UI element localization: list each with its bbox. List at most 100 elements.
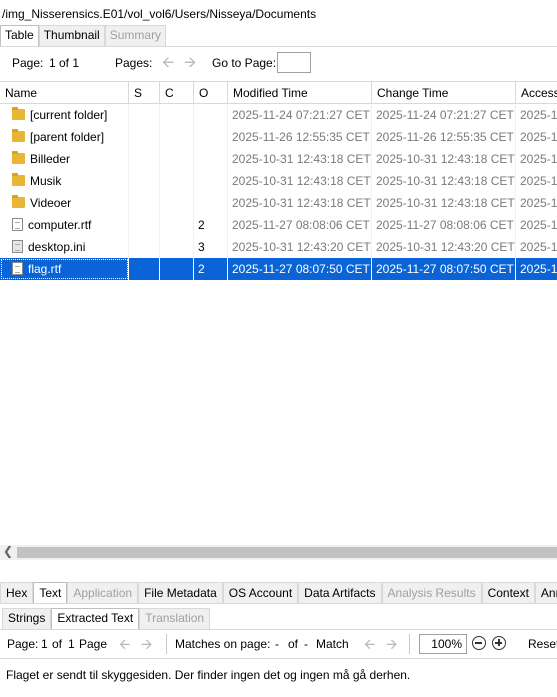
column-header-access-time[interactable]: Access bbox=[516, 82, 557, 104]
table-row[interactable]: Musik 2025-10-31 12:43:18 CET 2025-10-31 1… bbox=[0, 170, 557, 192]
o-cell bbox=[194, 126, 228, 148]
column-header-change-time[interactable]: Change Time bbox=[372, 82, 516, 104]
modified-time-cell: 2025-10-31 12:43:18 CET bbox=[228, 148, 372, 170]
table-row[interactable]: [current folder] 2025-11-24 07:21:27 CET 2… bbox=[0, 104, 557, 126]
table-row[interactable]: computer.rtf 2 2025-11-27 08:08:06 CET 2025… bbox=[0, 214, 557, 236]
column-header-name[interactable]: Name bbox=[0, 82, 129, 104]
next-page-arrow-icon[interactable]: 🡪 bbox=[184, 52, 196, 77]
name-cell[interactable]: desktop.ini bbox=[0, 236, 129, 258]
access-time-cell: 2025-11 bbox=[516, 258, 557, 280]
zoom-in-icon[interactable] bbox=[492, 636, 506, 650]
text-pager: Page: 1 of 1 Page 🡨 🡪 Matches on page: -… bbox=[0, 632, 557, 656]
name-cell[interactable]: computer.rtf bbox=[0, 214, 129, 236]
tab-extracted-text[interactable]: Extracted Text bbox=[51, 608, 140, 629]
modified-time-cell: 2025-10-31 12:43:20 CET bbox=[228, 236, 372, 258]
access-time-cell: 2025-11 bbox=[516, 104, 557, 126]
o-cell bbox=[194, 104, 228, 126]
s-cell bbox=[129, 126, 160, 148]
horizontal-scrollbar[interactable]: ❮ bbox=[0, 544, 557, 560]
document-icon bbox=[12, 262, 23, 276]
text-viewer-tabs: Strings Extracted Text Translation bbox=[2, 608, 211, 629]
o-cell: 2 bbox=[194, 214, 228, 236]
tab-os-account[interactable]: OS Account bbox=[222, 582, 299, 604]
o-cell bbox=[194, 170, 228, 192]
tab-context[interactable]: Context bbox=[481, 582, 535, 604]
text-page-label: Page: bbox=[7, 637, 39, 651]
divider bbox=[0, 629, 557, 630]
file-browser-window: /img_Nisserensics.E01/vol_vol6/Users/Nis… bbox=[0, 0, 557, 697]
change-time-cell: 2025-11-24 07:21:27 CET bbox=[372, 104, 516, 126]
tab-translation[interactable]: Translation bbox=[139, 608, 211, 629]
access-time-cell: 2025-10 bbox=[516, 192, 557, 214]
name-cell[interactable]: Musik bbox=[0, 170, 129, 192]
column-header-o[interactable]: O bbox=[194, 82, 228, 104]
o-cell: 2 bbox=[194, 258, 228, 280]
change-time-cell: 2025-10-31 12:43:18 CET bbox=[372, 148, 516, 170]
next-page-arrow-icon[interactable]: 🡪 bbox=[141, 634, 152, 658]
table-row[interactable]: flag.rtf 2 2025-11-27 08:07:50 CET 2025-11-… bbox=[0, 258, 557, 280]
c-cell bbox=[160, 258, 194, 280]
divider bbox=[409, 634, 410, 654]
s-cell bbox=[129, 192, 160, 214]
extracted-text-content: Flaget er sendt til skyggesiden. Der fin… bbox=[6, 668, 411, 682]
modified-time-cell: 2025-11-27 08:08:06 CET bbox=[228, 214, 372, 236]
column-header-s[interactable]: S bbox=[129, 82, 160, 104]
extracted-text-area[interactable]: Flaget er sendt til skyggesiden. Der fin… bbox=[0, 658, 557, 697]
table-row[interactable]: Billeder 2025-10-31 12:43:18 CET 2025-10-3… bbox=[0, 148, 557, 170]
tab-data-artifacts[interactable]: Data Artifacts bbox=[298, 582, 382, 604]
reset-button[interactable]: Reset bbox=[528, 637, 557, 651]
o-cell bbox=[194, 148, 228, 170]
goto-page-input[interactable] bbox=[277, 52, 311, 73]
match-word: Match bbox=[316, 637, 349, 651]
table-header: Name S C O Modified Time Change Time Acc… bbox=[0, 81, 557, 104]
o-cell: 3 bbox=[194, 236, 228, 258]
divider bbox=[166, 634, 167, 654]
name-cell[interactable]: [parent folder] bbox=[0, 126, 129, 148]
folder-icon bbox=[12, 129, 25, 143]
column-header-modified-time[interactable]: Modified Time bbox=[228, 82, 372, 104]
s-cell bbox=[129, 148, 160, 170]
tab-summary[interactable]: Summary bbox=[104, 25, 167, 46]
name-cell[interactable]: flag.rtf bbox=[0, 258, 129, 280]
tab-thumbnail[interactable]: Thumbnail bbox=[38, 25, 105, 46]
name-cell[interactable]: Billeder bbox=[0, 148, 129, 170]
folder-icon bbox=[12, 195, 25, 209]
next-match-arrow-icon[interactable]: 🡪 bbox=[386, 634, 397, 658]
content-viewer-tabs: Hex Text Application File Metadata OS Ac… bbox=[0, 582, 557, 604]
column-header-c[interactable]: C bbox=[160, 82, 194, 104]
match-of-label: of bbox=[288, 637, 299, 651]
name-cell[interactable]: [current folder] bbox=[0, 104, 129, 126]
name-cell[interactable]: Videoer bbox=[0, 192, 129, 214]
previous-page-arrow-icon[interactable]: 🡨 bbox=[162, 52, 174, 77]
folder-icon bbox=[12, 151, 25, 165]
page-value: 1 of 1 bbox=[49, 56, 80, 70]
file-name: flag.rtf bbox=[28, 262, 62, 276]
previous-match-arrow-icon[interactable]: 🡨 bbox=[364, 634, 375, 658]
c-cell bbox=[160, 192, 194, 214]
s-cell bbox=[129, 170, 160, 192]
divider bbox=[0, 603, 557, 604]
tab-analysis-results[interactable]: Analysis Results bbox=[381, 582, 482, 604]
file-name: Musik bbox=[30, 174, 62, 188]
previous-page-arrow-icon[interactable]: 🡨 bbox=[119, 634, 130, 658]
table-row[interactable]: desktop.ini 3 2025-10-31 12:43:20 CET 2025-… bbox=[0, 236, 557, 258]
tab-text[interactable]: Text bbox=[33, 582, 68, 604]
tab-strings[interactable]: Strings bbox=[2, 608, 52, 629]
view-tabs: Table Thumbnail Summary bbox=[0, 25, 167, 47]
zoom-out-icon[interactable] bbox=[472, 636, 486, 650]
table-row[interactable]: Videoer 2025-10-31 12:43:18 CET 2025-10-31… bbox=[0, 192, 557, 214]
scroll-left-arrow-icon[interactable]: ❮ bbox=[3, 544, 13, 558]
tab-file-metadata[interactable]: File Metadata bbox=[138, 582, 223, 604]
match-value: - bbox=[275, 637, 279, 651]
file-name: Billeder bbox=[30, 152, 71, 166]
scrollbar-thumb[interactable] bbox=[17, 547, 557, 558]
tab-hex[interactable]: Hex bbox=[0, 582, 34, 604]
settings-file-icon bbox=[12, 240, 23, 254]
tab-application[interactable]: Application bbox=[67, 582, 139, 604]
tab-annotations[interactable]: Anno bbox=[534, 582, 557, 604]
change-time-cell: 2025-11-27 08:08:06 CET bbox=[372, 214, 516, 236]
tab-table[interactable]: Table bbox=[0, 25, 39, 47]
zoom-input[interactable]: 100% bbox=[419, 634, 467, 654]
table-row[interactable]: [parent folder] 2025-11-26 12:55:35 CET 20… bbox=[0, 126, 557, 148]
change-time-cell: 2025-11-27 08:07:50 CET bbox=[372, 258, 516, 280]
